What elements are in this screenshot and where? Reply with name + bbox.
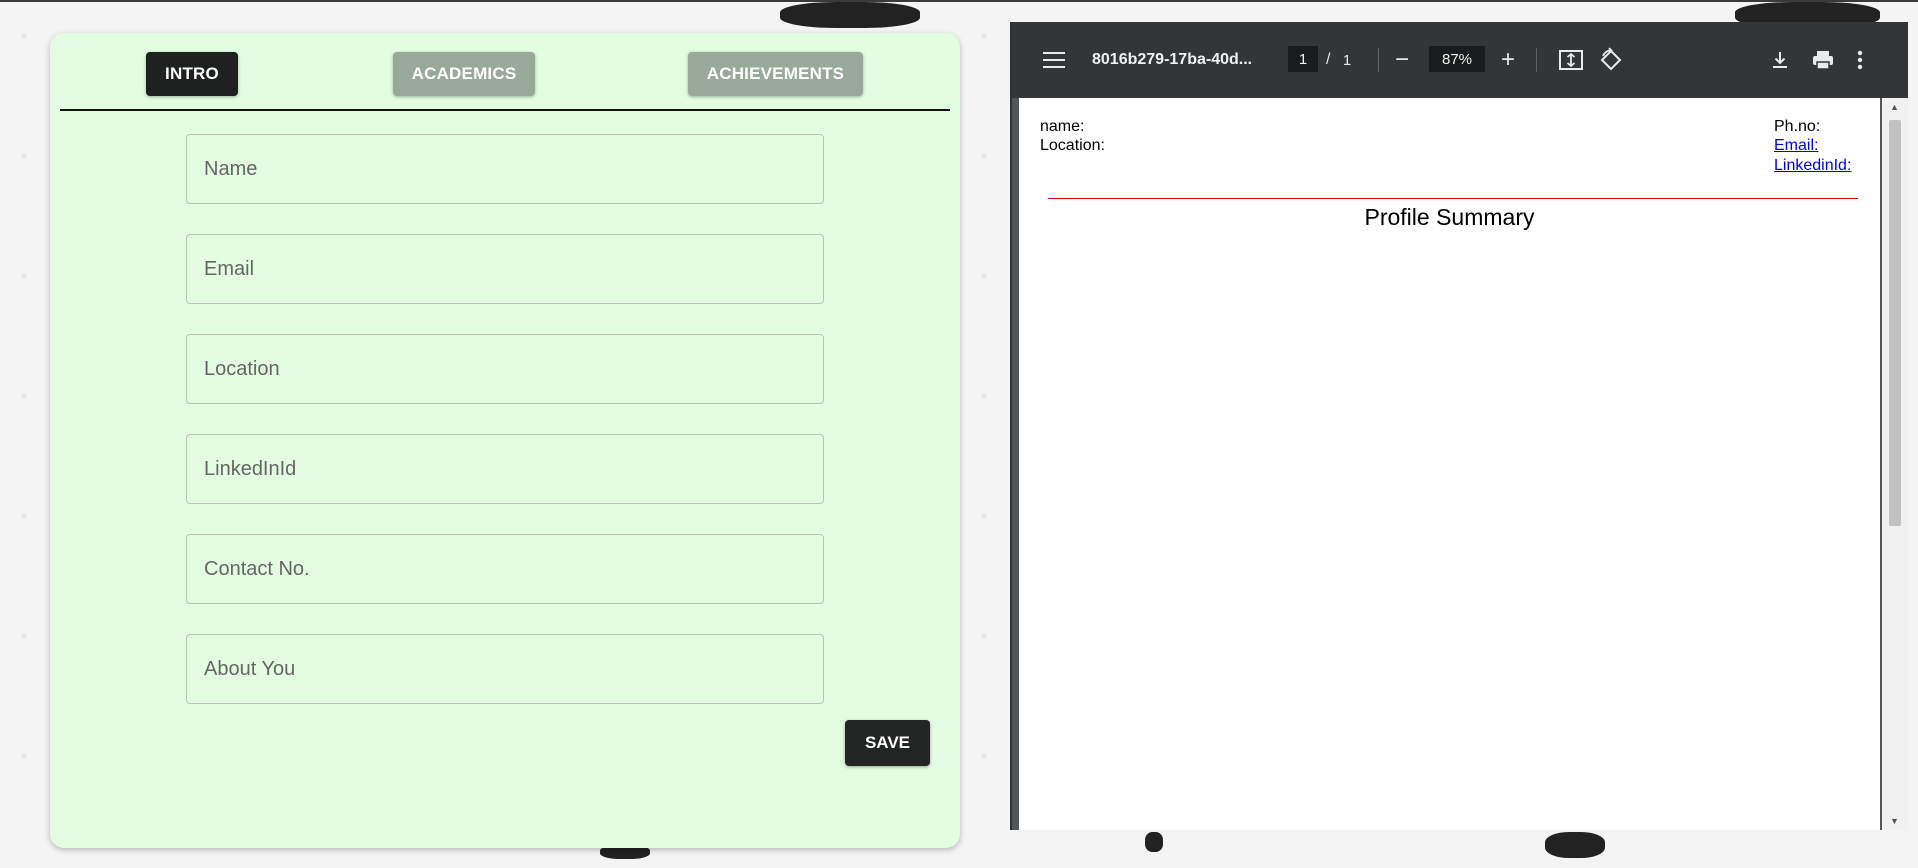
pdf-page: name: Location: Ph.no: Email: LinkedinId…: [1019, 98, 1880, 830]
resume-form-card: INTRO ACADEMICS ACHIEVEMENTS SAVE: [50, 33, 960, 848]
profile-summary-heading: Profile Summary: [1364, 204, 1535, 230]
menu-icon[interactable]: [1042, 22, 1066, 98]
email-input[interactable]: [186, 234, 824, 304]
linkedin-link[interactable]: LinkedinId:: [1774, 157, 1851, 175]
location-input[interactable]: [186, 334, 824, 404]
linkedin-input[interactable]: [186, 434, 824, 504]
fit-to-page-icon[interactable]: [1558, 22, 1584, 98]
scroll-thumb[interactable]: [1889, 120, 1901, 526]
scroll-down-arrow-icon[interactable]: ▼: [1890, 816, 1899, 826]
scroll-up-arrow-icon[interactable]: ▲: [1890, 102, 1899, 112]
form-tabs: INTRO ACADEMICS ACHIEVEMENTS: [60, 33, 950, 111]
more-options-icon[interactable]: [1857, 22, 1863, 98]
pdf-toolbar: 8016b279-17ba-40d... 1 / 1 − 87% +: [1012, 22, 1908, 98]
toolbar-divider: [1378, 48, 1379, 72]
tab-achievements[interactable]: ACHIEVEMENTS: [688, 52, 863, 96]
page-separator: /: [1326, 51, 1331, 68]
zoom-out-icon[interactable]: −: [1395, 22, 1409, 98]
pdf-viewer: 8016b279-17ba-40d... 1 / 1 − 87% + name:…: [1010, 22, 1908, 830]
page-total: 1: [1342, 51, 1352, 69]
background-scribble: [780, 2, 920, 28]
top-border-line: [0, 0, 1918, 2]
location-label: Location:: [1040, 137, 1105, 154]
email-link[interactable]: Email:: [1774, 137, 1818, 155]
name-input[interactable]: [186, 134, 824, 204]
background-scribble: [1145, 832, 1163, 852]
section-divider: [1048, 198, 1858, 199]
rotate-icon[interactable]: [1598, 22, 1624, 98]
download-icon[interactable]: [1770, 22, 1790, 98]
background-scribble: [1545, 832, 1605, 858]
save-button[interactable]: SAVE: [845, 720, 930, 766]
tab-academics[interactable]: ACADEMICS: [393, 52, 535, 96]
page-number-input[interactable]: 1: [1288, 46, 1318, 72]
pdf-scrollbar[interactable]: ▲ ▼: [1882, 98, 1908, 830]
tab-intro[interactable]: INTRO: [146, 52, 238, 96]
about-you-input[interactable]: [186, 634, 824, 704]
phone-label: Ph.no:: [1774, 118, 1821, 135]
name-label: name:: [1040, 118, 1085, 135]
document-title: 8016b279-17ba-40d...: [1092, 51, 1253, 68]
contact-number-input[interactable]: [186, 534, 824, 604]
zoom-level-input[interactable]: 87%: [1429, 46, 1485, 72]
toolbar-divider: [1536, 48, 1537, 72]
zoom-in-icon[interactable]: +: [1501, 22, 1515, 98]
print-icon[interactable]: [1812, 22, 1834, 98]
